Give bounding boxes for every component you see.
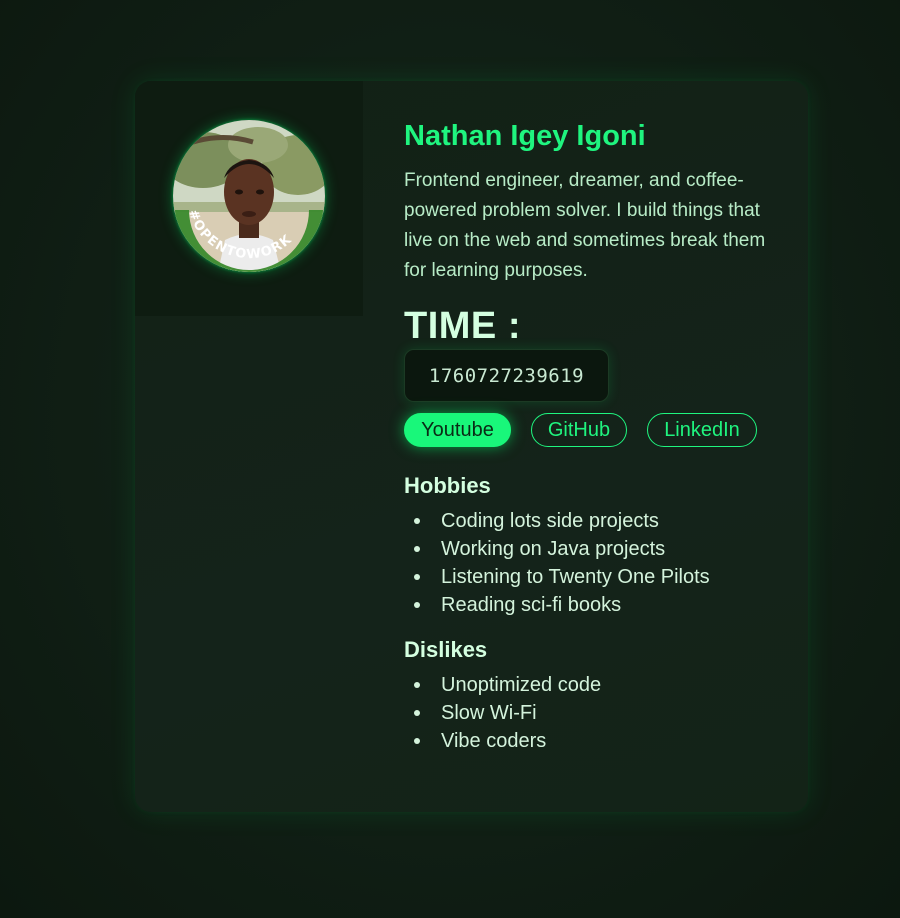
hobby-text: Listening to Twenty One Pilots <box>441 566 710 588</box>
github-link[interactable]: GitHub <box>531 413 627 447</box>
avatar: #OPENTOWORK <box>173 120 325 272</box>
bullet-icon <box>414 682 420 688</box>
bullet-icon <box>414 602 420 608</box>
list-item: Working on Java projects <box>404 535 710 563</box>
list-item: Vibe coders <box>404 727 601 755</box>
profile-card: #OPENTOWORK Nathan Igey Igoni Frontend e… <box>135 81 808 812</box>
hobby-text: Coding lots side projects <box>441 510 659 532</box>
bullet-icon <box>414 546 420 552</box>
hobbies-title: Hobbies <box>404 473 491 498</box>
list-item: Listening to Twenty One Pilots <box>404 563 710 591</box>
list-item: Reading sci-fi books <box>404 591 710 619</box>
photo-panel: #OPENTOWORK <box>135 81 363 316</box>
list-item: Unoptimized code <box>404 671 601 699</box>
profile-name: Nathan Igey Igoni <box>404 120 646 152</box>
hobbies-list: Coding lots side projects Working on Jav… <box>404 507 710 619</box>
profile-bio: Frontend engineer, dreamer, and coffee-p… <box>404 170 766 281</box>
time-display: 1760727239619 <box>404 349 609 402</box>
youtube-link[interactable]: Youtube <box>404 413 511 447</box>
bullet-icon <box>414 710 420 716</box>
hobby-text: Reading sci-fi books <box>441 594 622 616</box>
time-label: TIME : <box>404 305 521 347</box>
social-links: Youtube GitHub LinkedIn <box>404 413 757 447</box>
dislikes-list: Unoptimized code Slow Wi-Fi Vibe coders <box>404 671 601 755</box>
dislikes-title: Dislikes <box>404 637 488 662</box>
list-item: Coding lots side projects <box>404 507 710 535</box>
dislike-text: Unoptimized code <box>441 674 602 696</box>
list-item: Slow Wi-Fi <box>404 699 601 727</box>
dislike-text: Slow Wi-Fi <box>441 702 537 724</box>
bullet-icon <box>414 574 420 580</box>
bullet-icon <box>414 518 420 524</box>
bullet-icon <box>414 738 420 744</box>
linkedin-link[interactable]: LinkedIn <box>647 413 757 447</box>
hobby-text: Working on Java projects <box>441 538 666 560</box>
avatar-image: #OPENTOWORK <box>173 120 325 272</box>
dislike-text: Vibe coders <box>441 730 547 752</box>
